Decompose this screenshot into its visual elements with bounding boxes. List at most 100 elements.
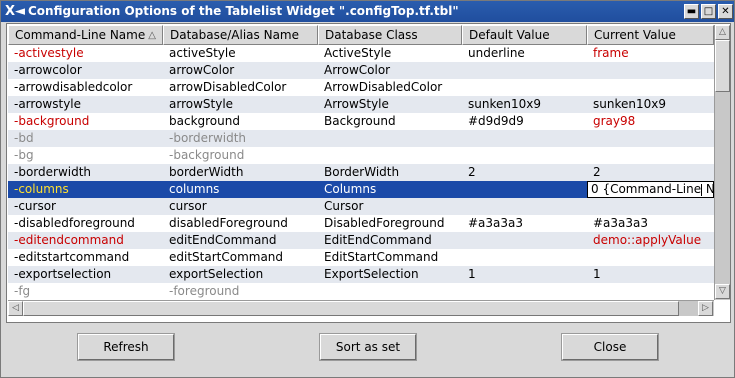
cell-command-line-name[interactable]: -editstartcommand: [8, 249, 163, 266]
cell-current-value[interactable]: [587, 198, 714, 215]
cell-database-name[interactable]: -background: [163, 147, 318, 164]
cell-current-value[interactable]: 2: [587, 164, 714, 181]
table-row[interactable]: -disabledforeground disabledForeground Dis…: [8, 215, 714, 232]
cell-database-name[interactable]: editEndCommand: [163, 232, 318, 249]
cell-default-value[interactable]: 1: [462, 266, 587, 283]
scroll-down-icon[interactable]: ▽: [715, 284, 730, 299]
cell-database-name[interactable]: columns: [163, 181, 318, 198]
cell-command-line-name[interactable]: -disabledforeground: [8, 215, 163, 232]
cell-database-class[interactable]: BorderWidth: [318, 164, 462, 181]
cell-database-class[interactable]: ArrowStyle: [318, 96, 462, 113]
table-row[interactable]: -fg -foreground: [8, 283, 714, 300]
column-header-default-value[interactable]: Default Value: [462, 25, 587, 45]
cell-command-line-name[interactable]: -cursor: [8, 198, 163, 215]
cell-command-line-name[interactable]: -bg: [8, 147, 163, 164]
cell-current-value[interactable]: sunken10x9: [587, 96, 714, 113]
cell-command-line-name[interactable]: -columns: [8, 181, 163, 198]
cell-database-name[interactable]: -foreground: [163, 283, 318, 300]
scroll-up-icon[interactable]: △: [715, 25, 730, 40]
cell-database-name[interactable]: arrowDisabledColor: [163, 79, 318, 96]
cell-current-value[interactable]: [587, 79, 714, 96]
cell-default-value[interactable]: 2: [462, 164, 587, 181]
vertical-scroll-thumb[interactable]: [715, 40, 730, 92]
table-row[interactable]: -columnscolumnsColumns 0 {Command-Line Na: [8, 181, 714, 198]
cell-current-value[interactable]: [587, 147, 714, 164]
window-menu-icon[interactable]: X◄: [5, 4, 27, 19]
table-row[interactable]: -bg -background: [8, 147, 714, 164]
cell-database-class[interactable]: ExportSelection: [318, 266, 462, 283]
cell-default-value[interactable]: [462, 198, 587, 215]
cell-database-class[interactable]: Background: [318, 113, 462, 130]
cell-default-value[interactable]: [462, 181, 587, 198]
cell-default-value[interactable]: sunken10x9: [462, 96, 587, 113]
cell-database-class[interactable]: DisabledForeground: [318, 215, 462, 232]
cell-command-line-name[interactable]: -arrowdisabledcolor: [8, 79, 163, 96]
cell-database-class[interactable]: [318, 130, 462, 147]
cell-database-name[interactable]: cursor: [163, 198, 318, 215]
table-row[interactable]: -editstartcommand editStartCommand EditSta…: [8, 249, 714, 266]
cell-database-name[interactable]: -borderwidth: [163, 130, 318, 147]
cell-command-line-name[interactable]: -arrowcolor: [8, 62, 163, 79]
cell-database-class[interactable]: ActiveStyle: [318, 45, 462, 62]
scroll-left-icon[interactable]: ◁: [8, 301, 23, 316]
cell-database-name[interactable]: activeStyle: [163, 45, 318, 62]
cell-default-value[interactable]: [462, 249, 587, 266]
table-row[interactable]: -cursor cursor Cursor: [8, 198, 714, 215]
cell-command-line-name[interactable]: -exportselection: [8, 266, 163, 283]
cell-command-line-name[interactable]: -fg: [8, 283, 163, 300]
cell-command-line-name[interactable]: -arrowstyle: [8, 96, 163, 113]
cell-current-value[interactable]: frame: [587, 45, 714, 62]
table-row[interactable]: -editendcommand editEndCommand EditEndComm…: [8, 232, 714, 249]
horizontal-scrollbar[interactable]: ◁ ▷: [8, 300, 714, 316]
cell-edit-field[interactable]: 0 {Command-Line Na: [587, 181, 714, 198]
table-row[interactable]: -arrowdisabledcolor arrowDisabledColor Arr…: [8, 79, 714, 96]
column-header-database-name[interactable]: Database/Alias Name: [163, 25, 318, 45]
cell-default-value[interactable]: [462, 232, 587, 249]
cell-command-line-name[interactable]: -editendcommand: [8, 232, 163, 249]
cell-default-value[interactable]: [462, 283, 587, 300]
cell-current-value[interactable]: 1: [587, 266, 714, 283]
cell-database-class[interactable]: Columns: [318, 181, 462, 198]
cell-current-value[interactable]: demo::applyValue: [587, 232, 714, 249]
cell-database-name[interactable]: background: [163, 113, 318, 130]
maximize-icon[interactable]: □: [701, 4, 716, 19]
cell-database-name[interactable]: arrowColor: [163, 62, 318, 79]
cell-current-value[interactable]: [587, 283, 714, 300]
vertical-scrollbar[interactable]: △ ▽: [714, 25, 730, 300]
cell-default-value[interactable]: [462, 79, 587, 96]
table-row[interactable]: -bd -borderwidth: [8, 130, 714, 147]
cell-database-class[interactable]: ArrowDisabledColor: [318, 79, 462, 96]
cell-database-class[interactable]: EditEndCommand: [318, 232, 462, 249]
cell-database-class[interactable]: Cursor: [318, 198, 462, 215]
cell-current-value[interactable]: [587, 249, 714, 266]
table-row[interactable]: -exportselection exportSelection ExportSel…: [8, 266, 714, 283]
cell-default-value[interactable]: underline: [462, 45, 587, 62]
cell-database-class[interactable]: [318, 283, 462, 300]
cell-current-value[interactable]: #a3a3a3: [587, 215, 714, 232]
cell-default-value[interactable]: #a3a3a3: [462, 215, 587, 232]
cell-current-value[interactable]: [587, 130, 714, 147]
cell-database-name[interactable]: arrowStyle: [163, 96, 318, 113]
cell-database-class[interactable]: EditStartCommand: [318, 249, 462, 266]
horizontal-scroll-thumb[interactable]: [23, 301, 679, 316]
cell-default-value[interactable]: [462, 147, 587, 164]
cell-command-line-name[interactable]: -borderwidth: [8, 164, 163, 181]
table-row[interactable]: -borderwidth borderWidth BorderWidth 2 2: [8, 164, 714, 181]
cell-command-line-name[interactable]: -activestyle: [8, 45, 163, 62]
cell-current-value[interactable]: gray98: [587, 113, 714, 130]
cell-default-value[interactable]: [462, 62, 587, 79]
cell-database-name[interactable]: borderWidth: [163, 164, 318, 181]
sort-as-set-button[interactable]: Sort as set: [319, 333, 417, 361]
cell-default-value[interactable]: #d9d9d9: [462, 113, 587, 130]
column-header-current-value[interactable]: Current Value: [587, 25, 714, 45]
cell-command-line-name[interactable]: -background: [8, 113, 163, 130]
cell-database-class[interactable]: ArrowColor: [318, 62, 462, 79]
table-row[interactable]: -arrowstyle arrowStyle ArrowStyle sunken10x…: [8, 96, 714, 113]
close-window-icon[interactable]: ✕: [718, 4, 733, 19]
cell-default-value[interactable]: [462, 130, 587, 147]
title-bar[interactable]: X◄ Configuration Options of the Tablelis…: [1, 1, 734, 22]
column-header-command-line-name[interactable]: Command-Line Name △: [8, 25, 163, 45]
table-row[interactable]: -activestyle activeStyle ActiveStyle underl…: [8, 45, 714, 62]
cell-database-name[interactable]: exportSelection: [163, 266, 318, 283]
cell-current-value[interactable]: [587, 62, 714, 79]
